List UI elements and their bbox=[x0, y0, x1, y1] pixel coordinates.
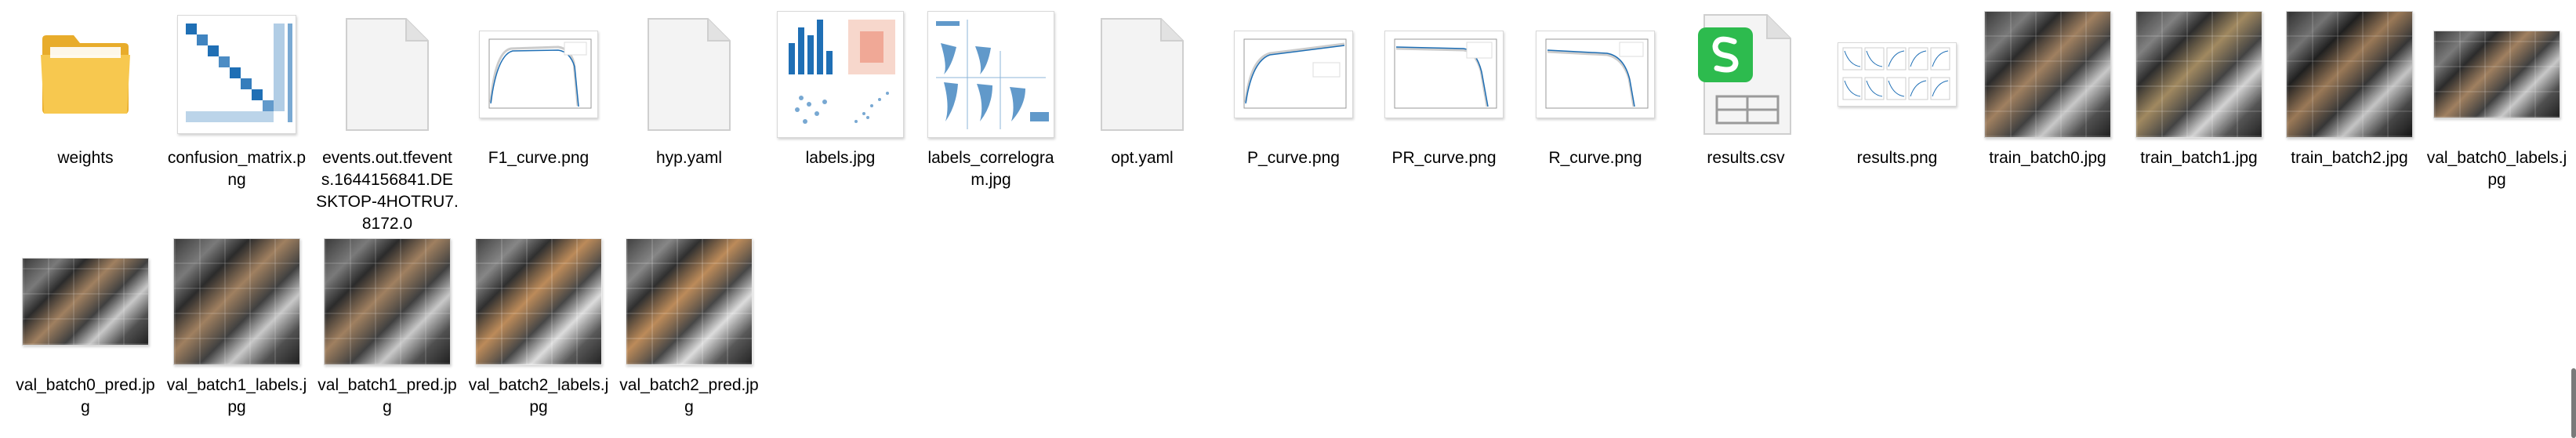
image-thumbnail bbox=[2433, 31, 2560, 118]
file-name: PR_curve.png bbox=[1391, 149, 1497, 167]
file-item-labels-correlogram[interactable]: labels_correlogram.jpg bbox=[916, 8, 1065, 191]
file-item-train-batch0[interactable]: train_batch0.jpg bbox=[1973, 8, 2122, 169]
document-icon bbox=[1101, 18, 1184, 131]
file-item-p-curve[interactable]: P_curve.png bbox=[1219, 8, 1368, 169]
file-item-pr-curve[interactable]: PR_curve.png bbox=[1370, 8, 1518, 169]
file-item-train-batch2[interactable]: train_batch2.jpg bbox=[2275, 8, 2424, 169]
file-item-labels[interactable]: labels.jpg bbox=[766, 8, 915, 169]
file-item-train-batch1[interactable]: train_batch1.jpg bbox=[2124, 8, 2273, 169]
file-name: F1_curve.png bbox=[488, 149, 590, 167]
file-item-val-batch0-labels[interactable]: val_batch0_labels.jpg bbox=[2422, 8, 2571, 191]
image-thumbnail bbox=[1984, 11, 2111, 138]
image-thumbnail bbox=[1384, 31, 1504, 118]
file-name: weights bbox=[57, 149, 114, 167]
image-thumbnail bbox=[22, 258, 149, 346]
file-name: P_curve.png bbox=[1247, 149, 1340, 167]
file-name: val_batch2_labels.jpg bbox=[468, 376, 609, 416]
file-item-results-png[interactable]: results.png bbox=[1823, 8, 1972, 169]
document-icon bbox=[648, 18, 731, 131]
file-name: results.png bbox=[1856, 149, 1938, 167]
image-thumbnail bbox=[173, 238, 300, 365]
image-thumbnail bbox=[626, 238, 753, 365]
file-item-hyp-yaml[interactable]: hyp.yaml bbox=[615, 8, 764, 169]
file-name: val_batch0_pred.jpg bbox=[16, 376, 155, 416]
file-item-opt-yaml[interactable]: opt.yaml bbox=[1068, 8, 1217, 169]
image-thumbnail bbox=[475, 238, 602, 365]
image-thumbnail bbox=[1234, 31, 1353, 118]
file-name: train_batch1.jpg bbox=[2140, 149, 2258, 167]
file-name: opt.yaml bbox=[1111, 149, 1174, 167]
image-thumbnail bbox=[324, 238, 451, 365]
file-name: labels.jpg bbox=[805, 149, 876, 167]
file-item-results-csv[interactable]: results.csv bbox=[1671, 8, 1820, 169]
folder-icon bbox=[41, 35, 130, 114]
file-name: val_batch2_pred.jpg bbox=[619, 376, 759, 416]
file-name: val_batch1_labels.jpg bbox=[166, 376, 307, 416]
file-item-val-batch1-pred[interactable]: val_batch1_pred.jpg bbox=[313, 235, 462, 418]
file-item-f1-curve[interactable]: F1_curve.png bbox=[464, 8, 613, 169]
file-item-events[interactable]: events.out.tfevents.1644156841.DESKTOP-4… bbox=[313, 8, 462, 235]
file-name: train_batch0.jpg bbox=[1989, 149, 2106, 167]
image-thumbnail bbox=[2286, 11, 2413, 138]
file-name: val_batch0_labels.jpg bbox=[2426, 149, 2567, 189]
file-name: val_batch1_pred.jpg bbox=[317, 376, 457, 416]
image-thumbnail bbox=[1536, 31, 1655, 118]
image-thumbnail bbox=[927, 11, 1054, 138]
document-icon bbox=[346, 18, 429, 131]
image-thumbnail bbox=[777, 11, 904, 138]
spreadsheet-icon bbox=[1698, 14, 1791, 135]
file-name: hyp.yaml bbox=[655, 149, 723, 167]
image-thumbnail bbox=[479, 31, 598, 118]
file-name: labels_correlogram.jpg bbox=[927, 149, 1054, 189]
file-name: confusion_matrix.png bbox=[167, 149, 307, 189]
file-item-val-batch0-pred[interactable]: val_batch0_pred.jpg bbox=[11, 235, 160, 418]
file-item-val-batch2-labels[interactable]: val_batch2_labels.jpg bbox=[464, 235, 613, 418]
file-name: results.csv bbox=[1707, 149, 1785, 167]
file-name: events.out.tfevents.1644156841.DESKTOP-4… bbox=[316, 149, 459, 233]
file-item-val-batch1-labels[interactable]: val_batch1_labels.jpg bbox=[162, 235, 311, 418]
image-thumbnail bbox=[1838, 42, 1957, 107]
vertical-scrollbar[interactable] bbox=[2571, 368, 2576, 438]
file-item-r-curve[interactable]: R_curve.png bbox=[1521, 8, 1670, 169]
image-thumbnail bbox=[177, 15, 296, 134]
file-name: R_curve.png bbox=[1548, 149, 1642, 167]
image-thumbnail bbox=[2135, 11, 2262, 138]
file-item-weights[interactable]: weights bbox=[11, 8, 160, 169]
file-name: train_batch2.jpg bbox=[2291, 149, 2408, 167]
file-item-val-batch2-pred[interactable]: val_batch2_pred.jpg bbox=[615, 235, 764, 418]
file-item-confusion-matrix[interactable]: confusion_matrix.png bbox=[162, 8, 311, 191]
